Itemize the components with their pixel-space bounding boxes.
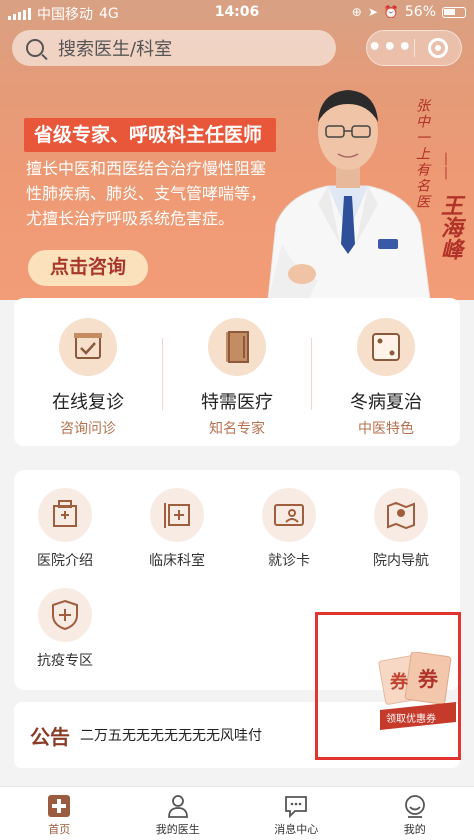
- service-title: 冬病夏治: [350, 392, 422, 413]
- more-menu-button[interactable]: •••: [367, 37, 414, 59]
- service-subtitle: 知名专家: [209, 421, 265, 437]
- signature-name: 王海峰: [437, 194, 463, 260]
- link-label: 医院介绍: [37, 553, 93, 569]
- tab-label: 我的: [403, 823, 426, 836]
- tab-messages[interactable]: 消息中心: [237, 787, 356, 840]
- mini-program-capsule: •••: [366, 30, 462, 66]
- service-card: 在线复诊 咨询问诊 特需医疗 知名专家 冬病夏治 中医特色: [14, 298, 460, 446]
- service-winter-summer[interactable]: 冬病夏治 中医特色: [312, 318, 460, 438]
- battery-percent: 56%: [404, 4, 436, 20]
- link-hospital-nav[interactable]: 院内导航: [346, 488, 456, 570]
- signature-calligraphy: 张中一上有名医 王海峰 ——: [408, 84, 468, 294]
- link-clinical-depts[interactable]: 临床科室: [122, 488, 232, 570]
- announcement-text: 二万五无无无无无无无风哇付: [80, 728, 262, 744]
- status-bar: 中国移动 4G 14:06 ⊕ ➤ ⏰ 56%: [0, 0, 474, 26]
- search-input[interactable]: 搜索医生/科室: [12, 30, 336, 66]
- link-patient-card[interactable]: 就诊卡: [234, 488, 344, 570]
- banner-title: 省级专家、呼吸科主任医师: [24, 118, 276, 152]
- close-mini-program-button[interactable]: [414, 38, 461, 58]
- search-icon: [26, 39, 44, 57]
- doctor-banner[interactable]: 省级专家、呼吸科主任医师 擅长中医和西医结合治疗慢性阻塞性肺疾病、肺炎、支气管哮…: [0, 74, 474, 300]
- service-special-care[interactable]: 特需医疗 知名专家: [163, 318, 311, 438]
- shield-cross-icon: [38, 588, 92, 642]
- link-label: 抗疫专区: [37, 653, 93, 669]
- link-label: 院内导航: [373, 553, 429, 569]
- message-icon: [283, 793, 309, 819]
- tab-label: 首页: [48, 823, 71, 836]
- highlight-box: [315, 612, 461, 760]
- map-pin-icon: [374, 488, 428, 542]
- tab-label: 我的医生: [155, 823, 200, 836]
- dice-icon: [357, 318, 415, 376]
- service-online-revisit[interactable]: 在线复诊 咨询问诊: [14, 318, 162, 438]
- link-epidemic-zone[interactable]: 抗疫专区: [10, 588, 120, 670]
- tab-bar: 首页 我的医生 消息中心 我的: [0, 786, 474, 840]
- link-hospital-intro[interactable]: 医院介绍: [10, 488, 120, 570]
- tab-label: 消息中心: [274, 823, 319, 836]
- search-placeholder: 搜索医生/科室: [58, 39, 173, 60]
- tab-home[interactable]: 首页: [0, 787, 119, 840]
- alarm-icon: ⏰: [383, 5, 399, 19]
- tab-profile[interactable]: 我的: [356, 787, 474, 840]
- tab-my-doctor[interactable]: 我的医生: [119, 787, 238, 840]
- consult-button[interactable]: 点击咨询: [28, 250, 148, 286]
- banner-description: 擅长中医和西医结合治疗慢性阻塞性肺疾病、肺炎、支气管哮喘等，尤擅长治疗呼吸系统危…: [26, 159, 267, 228]
- signature-dash: ——: [438, 152, 454, 180]
- lock-rotation-icon: ⊕: [351, 5, 362, 19]
- link-label: 临床科室: [149, 553, 205, 569]
- service-subtitle: 中医特色: [358, 421, 414, 437]
- announcement-tag: 公告: [30, 724, 70, 749]
- patient-card-icon: [262, 488, 316, 542]
- location-icon: ➤: [367, 5, 378, 19]
- link-label: 就诊卡: [268, 553, 310, 569]
- battery-icon: [442, 6, 466, 18]
- home-plus-icon: [46, 793, 72, 819]
- service-subtitle: 咨询问诊: [60, 421, 116, 437]
- calendar-check-icon: [59, 318, 117, 376]
- target-icon: [427, 38, 448, 58]
- hospital-building-icon: [38, 488, 92, 542]
- signature-motto: 张中一上有名医: [414, 98, 430, 210]
- service-title: 在线复诊: [52, 392, 124, 413]
- profile-icon: [402, 793, 428, 819]
- book-icon: [208, 318, 266, 376]
- clinic-sign-icon: [150, 488, 204, 542]
- service-title: 特需医疗: [201, 392, 273, 413]
- doctor-icon: [165, 793, 191, 819]
